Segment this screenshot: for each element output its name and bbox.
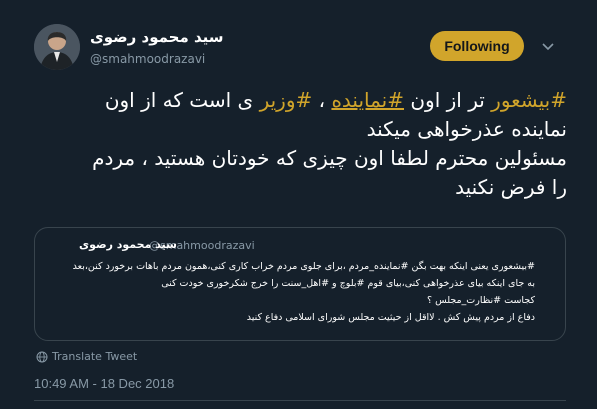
chevron-down-icon[interactable] <box>540 38 556 54</box>
tweet-line-1: #بیشعور تر از اون #نماینده ، #وزیر ی است… <box>40 86 567 115</box>
quoted-tweet-text: #بیشعوری یعنی اینکه بهت بگن #نماینده_مرد… <box>43 258 535 326</box>
quoted-tweet-line-4: دفاع از مردم پیش کش . لااقل از حیثیت مجل… <box>246 312 535 323</box>
author-display-name[interactable]: سید محمود رضوی <box>90 28 224 46</box>
quoted-tweet-line-2: به جای اینکه بیای عذرخواهی کنی،بیای قوم … <box>161 278 535 289</box>
hashtag-link[interactable]: #بیشعور <box>491 88 567 112</box>
author-avatar[interactable] <box>34 24 80 70</box>
quoted-tweet-line-1: #بیشعوری یعنی اینکه بهت بگن #نماینده_مرد… <box>72 261 535 272</box>
tweet-text-segment: تر از اون <box>404 88 492 112</box>
quoted-tweet-card[interactable]: @smahmoodrazavi سید محمود رضوی #بیشعوری … <box>34 227 566 341</box>
quoted-tweet-display-name: سید محمود رضوی <box>79 238 177 251</box>
avatar-photo <box>34 24 80 70</box>
tweet-line-2: نماینده عذرخواهی میکند <box>366 117 567 141</box>
tweet-timestamp[interactable]: 10:49 AM - 18 Dec 2018 <box>34 376 174 391</box>
tweet-line-3: مسئولین محترم لطفا اون چیزی که خودتان هس… <box>92 146 567 170</box>
tweet-line-4: را فرض نکنید <box>455 175 567 199</box>
hashtag-link[interactable]: #نماینده <box>331 88 404 112</box>
translate-tweet-link[interactable]: Translate Tweet <box>36 350 137 363</box>
globe-icon <box>36 351 48 362</box>
tweet-text-segment: ، <box>312 88 332 112</box>
author-handle[interactable]: @smahmoodrazavi <box>90 52 205 66</box>
quoted-tweet-line-3: کجاست #نظارت_مجلس ؟ <box>427 295 535 306</box>
tweet-text-segment: ی است که از اون <box>104 88 260 112</box>
tweet-text: #بیشعور تر از اون #نماینده ، #وزیر ی است… <box>40 86 567 202</box>
translate-tweet-label[interactable]: Translate Tweet <box>52 350 137 363</box>
divider <box>34 400 566 401</box>
hashtag-link[interactable]: #وزیر <box>260 88 313 112</box>
following-button[interactable]: Following <box>430 31 524 61</box>
